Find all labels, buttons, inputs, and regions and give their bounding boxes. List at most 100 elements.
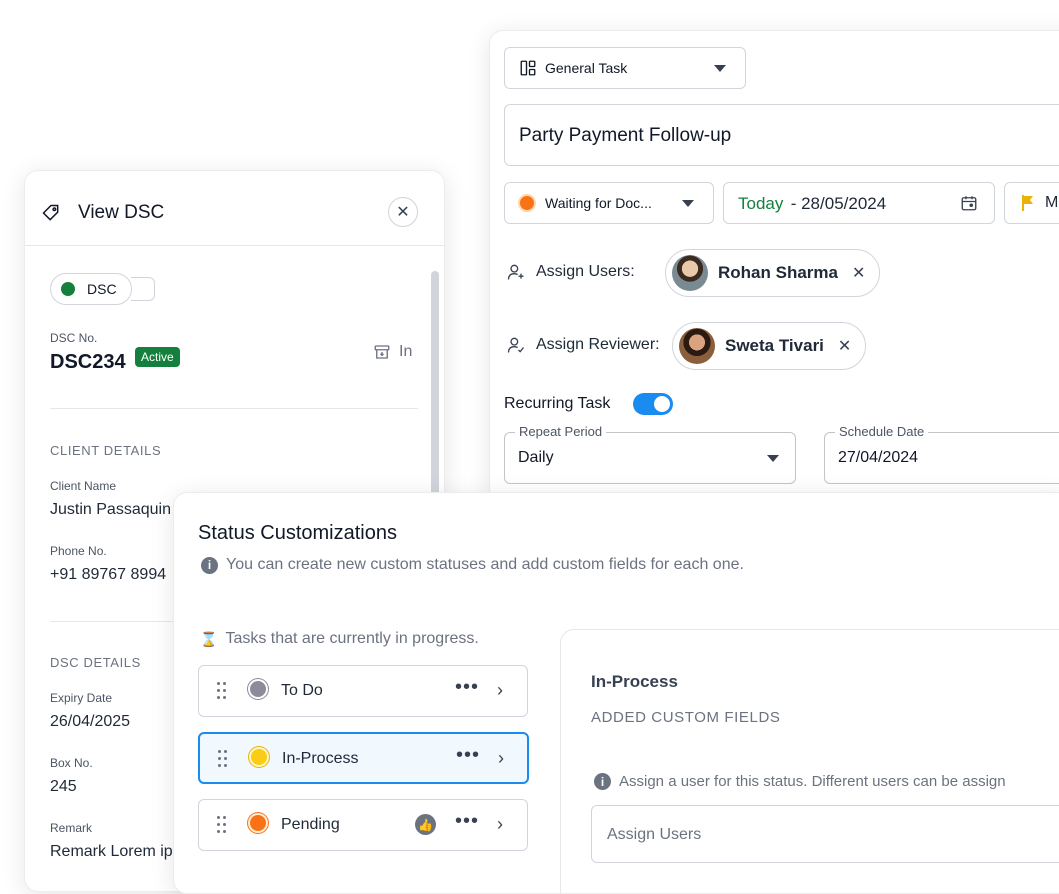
- recurring-label: Recurring Task: [504, 395, 611, 412]
- status-label: Waiting for Doc...: [545, 195, 652, 211]
- detail-subtitle: ADDED CUSTOM FIELDS: [591, 709, 781, 726]
- assign-hint-row: i Assign a user for this status. Differe…: [594, 773, 1006, 790]
- assign-hint: Assign a user for this status. Different…: [619, 773, 1006, 790]
- status-color-dot: [251, 749, 267, 765]
- group-label-row: ⌛ Tasks that are currently in progress.: [200, 630, 479, 648]
- archive-icon: [374, 345, 390, 359]
- task-type-select[interactable]: General Task: [504, 47, 746, 89]
- status-name: To Do: [281, 682, 323, 699]
- user-check-icon: [507, 337, 525, 353]
- divider: [50, 408, 418, 409]
- recurring-toggle[interactable]: [633, 393, 673, 415]
- dsc-header: View DSC ✕: [25, 171, 444, 246]
- calendar-icon[interactable]: [960, 194, 978, 212]
- flag-icon: [1022, 195, 1033, 211]
- caret-down-icon: [767, 455, 779, 462]
- avatar: [679, 328, 715, 364]
- assign-reviewer-row: Assign Reviewer:: [506, 335, 660, 355]
- detail-title: In-Process: [591, 672, 678, 691]
- chevron-right-icon[interactable]: ›: [497, 814, 503, 835]
- status-detail-panel: In-Process ADDED CUSTOM FIELDS i Assign …: [560, 629, 1059, 893]
- assign-reviewer-label: Assign Reviewer:: [536, 336, 660, 353]
- task-title: Party Payment Follow-up: [519, 125, 732, 146]
- inbox-label: In: [399, 343, 413, 360]
- toggle-tail[interactable]: [131, 277, 155, 301]
- close-icon: ✕: [396, 204, 410, 221]
- status-select[interactable]: Waiting for Doc...: [504, 182, 714, 224]
- priority-select[interactable]: Me: [1004, 182, 1059, 224]
- dsc-no-label: DSC No.: [50, 331, 98, 345]
- task-type-label: General Task: [545, 60, 628, 76]
- inbox-button[interactable]: In: [373, 343, 412, 361]
- drag-handle-icon[interactable]: [218, 750, 228, 768]
- chevron-right-icon[interactable]: ›: [498, 748, 504, 769]
- repeat-period-value: Daily: [518, 449, 554, 466]
- remark-value: Remark Lorem ip: [50, 843, 173, 860]
- remark-label: Remark: [50, 821, 93, 835]
- assign-users-placeholder: Assign Users: [607, 826, 702, 843]
- remove-icon[interactable]: ✕: [838, 336, 851, 356]
- date-today: Today: [738, 194, 784, 213]
- due-date-field[interactable]: Today - 28/05/2024: [723, 182, 995, 224]
- assign-users-input[interactable]: Assign Users: [591, 805, 1059, 863]
- box-label: Box No.: [50, 756, 93, 770]
- assigned-user-chip[interactable]: Rohan Sharma ✕: [665, 249, 881, 297]
- scrollbar[interactable]: [431, 271, 439, 511]
- status-name: Pending: [281, 816, 340, 833]
- status-panel-title: Status Customizations: [198, 522, 397, 544]
- status-customization-panel: Status Customizations i You can create n…: [173, 492, 1059, 894]
- task-panel: General Task Party Payment Follow-up Wai…: [489, 30, 1059, 502]
- more-icon[interactable]: •••: [455, 810, 479, 833]
- date-value: - 28/05/2024: [786, 194, 887, 213]
- status-row-pending[interactable]: Pending 👍 ••• ›: [198, 799, 528, 851]
- dsc-number: DSC234: [50, 351, 126, 373]
- info-icon: i: [201, 556, 218, 574]
- task-title-input[interactable]: Party Payment Follow-up: [504, 104, 1059, 166]
- more-icon[interactable]: •••: [456, 744, 480, 767]
- repeat-period-label: Repeat Period: [515, 424, 607, 439]
- reviewer-chip[interactable]: Sweta Tivari ✕: [672, 322, 867, 370]
- dsc-section-title: DSC DETAILS: [50, 655, 141, 670]
- repeat-period-select[interactable]: Repeat Period Daily: [504, 424, 796, 484]
- dsc-title: View DSC: [78, 202, 165, 223]
- status-row-to-do[interactable]: To Do ••• ›: [198, 665, 528, 717]
- layout-icon: [520, 60, 536, 76]
- info-icon: i: [594, 773, 611, 790]
- hourglass-icon: ⌛: [200, 630, 218, 647]
- status-name: In-Process: [282, 750, 359, 767]
- drag-handle-icon[interactable]: [217, 682, 227, 700]
- priority-label: Me: [1045, 194, 1059, 211]
- schedule-date-field[interactable]: Schedule Date 27/04/2024: [824, 424, 1059, 484]
- assigned-user-name: Rohan Sharma: [718, 263, 838, 282]
- caret-down-icon: [682, 200, 694, 207]
- phone-value: +91 89767 8994: [50, 566, 167, 583]
- client-section-title: CLIENT DETAILS: [50, 443, 162, 458]
- phone-label: Phone No.: [50, 544, 107, 558]
- avatar: [672, 255, 708, 291]
- client-name-label: Client Name: [50, 479, 117, 493]
- drag-handle-icon[interactable]: [217, 816, 227, 834]
- status-color-dot: [250, 681, 266, 697]
- client-name: Justin Passaquin: [50, 501, 171, 518]
- box-value: 245: [50, 778, 77, 795]
- reviewer-name: Sweta Tivari: [725, 336, 824, 355]
- dsc-toggle-label: DSC: [87, 281, 117, 297]
- chevron-right-icon[interactable]: ›: [497, 680, 503, 701]
- expiry-label: Expiry Date: [50, 691, 113, 705]
- thumbs-up-icon: 👍: [415, 814, 436, 835]
- status-row-in-process[interactable]: In-Process ••• ›: [198, 732, 529, 784]
- assign-users-row: Assign Users:: [506, 262, 635, 282]
- close-button[interactable]: ✕: [388, 197, 418, 227]
- status-badge: Active: [135, 347, 180, 367]
- remove-icon[interactable]: ✕: [852, 263, 865, 283]
- status-color-dot: [518, 194, 536, 212]
- assign-users-label: Assign Users:: [536, 263, 635, 280]
- schedule-date-label: Schedule Date: [835, 424, 929, 439]
- dsc-toggle[interactable]: DSC: [50, 273, 132, 305]
- more-icon[interactable]: •••: [455, 676, 479, 699]
- status-info: i You can create new custom statuses and…: [201, 556, 744, 574]
- group-label: Tasks that are currently in progress.: [225, 630, 479, 647]
- status-info-text: You can create new custom statuses and a…: [226, 556, 744, 573]
- user-plus-icon: [507, 264, 524, 280]
- expiry-value: 26/04/2025: [50, 713, 131, 730]
